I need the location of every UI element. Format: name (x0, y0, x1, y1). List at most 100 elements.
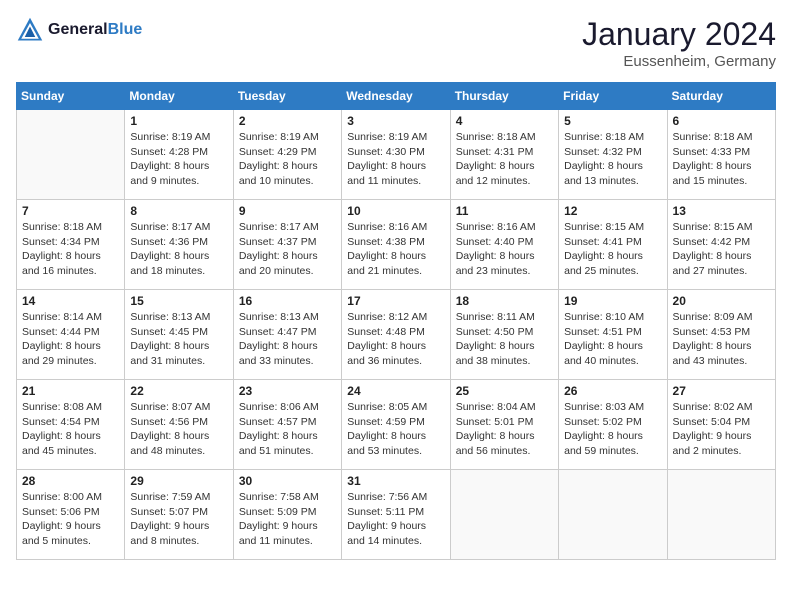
day-info: Sunrise: 7:56 AM Sunset: 5:11 PM Dayligh… (347, 490, 444, 549)
day-cell: 13 Sunrise: 8:15 AM Sunset: 4:42 PM Dayli… (667, 200, 775, 290)
day-cell (667, 470, 775, 560)
day-number: 11 (456, 204, 553, 218)
logo: GeneralBlue (16, 16, 142, 44)
day-info: Sunrise: 8:03 AM Sunset: 5:02 PM Dayligh… (564, 400, 661, 459)
day-cell: 6 Sunrise: 8:18 AM Sunset: 4:33 PM Daylig… (667, 110, 775, 200)
day-number: 28 (22, 474, 119, 488)
day-cell (17, 110, 125, 200)
page-header: GeneralBlue January 2024 Eussenheim, Ger… (16, 16, 776, 70)
day-cell: 2 Sunrise: 8:19 AM Sunset: 4:29 PM Daylig… (233, 110, 341, 200)
day-cell: 22Sunrise: 8:07 AM Sunset: 4:56 PM Dayli… (125, 380, 233, 470)
week-row-5: 28 Sunrise: 8:00 AM Sunset: 5:06 PM Dayli… (17, 470, 776, 560)
weekday-header-row: SundayMondayTuesdayWednesdayThursdayFrid… (17, 83, 776, 110)
weekday-header-sunday: Sunday (17, 83, 125, 110)
day-number: 10 (347, 204, 444, 218)
day-info: Sunrise: 8:15 AM Sunset: 4:41 PM Dayligh… (564, 220, 661, 279)
title-block: January 2024 Eussenheim, Germany (582, 16, 776, 70)
day-cell (559, 470, 667, 560)
day-number: 25 (456, 384, 553, 398)
weekday-header-friday: Friday (559, 83, 667, 110)
day-cell: 10 Sunrise: 8:16 AM Sunset: 4:38 PM Dayli… (342, 200, 450, 290)
day-cell: 31 Sunrise: 7:56 AM Sunset: 5:11 PM Dayli… (342, 470, 450, 560)
day-cell: 24 Sunrise: 8:05 AM Sunset: 4:59 PM Dayli… (342, 380, 450, 470)
day-cell: 19 Sunrise: 8:10 AM Sunset: 4:51 PM Dayli… (559, 290, 667, 380)
day-info: Sunrise: 8:18 AM Sunset: 4:34 PM Dayligh… (22, 220, 119, 279)
day-cell: 9 Sunrise: 8:17 AM Sunset: 4:37 PM Daylig… (233, 200, 341, 290)
week-row-3: 14Sunrise: 8:14 AM Sunset: 4:44 PM Dayli… (17, 290, 776, 380)
logo-icon (16, 16, 44, 44)
day-number: 19 (564, 294, 661, 308)
day-number: 2 (239, 114, 336, 128)
day-info: Sunrise: 8:12 AM Sunset: 4:48 PM Dayligh… (347, 310, 444, 369)
day-number: 8 (130, 204, 227, 218)
day-info: Sunrise: 7:59 AM Sunset: 5:07 PM Dayligh… (130, 490, 227, 549)
day-cell: 3Sunrise: 8:19 AM Sunset: 4:30 PM Daylig… (342, 110, 450, 200)
day-number: 29 (130, 474, 227, 488)
day-number: 9 (239, 204, 336, 218)
day-info: Sunrise: 8:18 AM Sunset: 4:31 PM Dayligh… (456, 130, 553, 189)
day-number: 1 (130, 114, 227, 128)
day-cell: 5Sunrise: 8:18 AM Sunset: 4:32 PM Daylig… (559, 110, 667, 200)
day-info: Sunrise: 8:00 AM Sunset: 5:06 PM Dayligh… (22, 490, 119, 549)
day-info: Sunrise: 8:06 AM Sunset: 4:57 PM Dayligh… (239, 400, 336, 459)
day-info: Sunrise: 8:10 AM Sunset: 4:51 PM Dayligh… (564, 310, 661, 369)
day-cell: 30 Sunrise: 7:58 AM Sunset: 5:09 PM Dayli… (233, 470, 341, 560)
day-info: Sunrise: 8:19 AM Sunset: 4:30 PM Dayligh… (347, 130, 444, 189)
day-number: 21 (22, 384, 119, 398)
day-number: 12 (564, 204, 661, 218)
day-cell: 27 Sunrise: 8:02 AM Sunset: 5:04 PM Dayli… (667, 380, 775, 470)
day-info: Sunrise: 8:16 AM Sunset: 4:40 PM Dayligh… (456, 220, 553, 279)
day-cell: 15 Sunrise: 8:13 AM Sunset: 4:45 PM Dayli… (125, 290, 233, 380)
day-info: Sunrise: 8:17 AM Sunset: 4:36 PM Dayligh… (130, 220, 227, 279)
weekday-header-saturday: Saturday (667, 83, 775, 110)
week-row-4: 21 Sunrise: 8:08 AM Sunset: 4:54 PM Dayli… (17, 380, 776, 470)
day-number: 6 (673, 114, 770, 128)
day-cell: 4 Sunrise: 8:18 AM Sunset: 4:31 PM Daylig… (450, 110, 558, 200)
day-cell: 16Sunrise: 8:13 AM Sunset: 4:47 PM Dayli… (233, 290, 341, 380)
day-info: Sunrise: 8:16 AM Sunset: 4:38 PM Dayligh… (347, 220, 444, 279)
day-number: 23 (239, 384, 336, 398)
day-number: 31 (347, 474, 444, 488)
day-number: 27 (673, 384, 770, 398)
day-info: Sunrise: 7:58 AM Sunset: 5:09 PM Dayligh… (239, 490, 336, 549)
day-number: 7 (22, 204, 119, 218)
day-cell: 7 Sunrise: 8:18 AM Sunset: 4:34 PM Daylig… (17, 200, 125, 290)
day-cell: 11 Sunrise: 8:16 AM Sunset: 4:40 PM Dayli… (450, 200, 558, 290)
day-cell: 28 Sunrise: 8:00 AM Sunset: 5:06 PM Dayli… (17, 470, 125, 560)
calendar-table: SundayMondayTuesdayWednesdayThursdayFrid… (16, 82, 776, 560)
day-number: 26 (564, 384, 661, 398)
day-cell: 29 Sunrise: 7:59 AM Sunset: 5:07 PM Dayli… (125, 470, 233, 560)
day-info: Sunrise: 8:13 AM Sunset: 4:45 PM Dayligh… (130, 310, 227, 369)
location: Eussenheim, Germany (582, 53, 776, 70)
day-info: Sunrise: 8:15 AM Sunset: 4:42 PM Dayligh… (673, 220, 770, 279)
day-info: Sunrise: 8:08 AM Sunset: 4:54 PM Dayligh… (22, 400, 119, 459)
weekday-header-wednesday: Wednesday (342, 83, 450, 110)
day-info: Sunrise: 8:02 AM Sunset: 5:04 PM Dayligh… (673, 400, 770, 459)
weekday-header-thursday: Thursday (450, 83, 558, 110)
day-info: Sunrise: 8:17 AM Sunset: 4:37 PM Dayligh… (239, 220, 336, 279)
day-cell: 17 Sunrise: 8:12 AM Sunset: 4:48 PM Dayli… (342, 290, 450, 380)
day-cell: 20Sunrise: 8:09 AM Sunset: 4:53 PM Dayli… (667, 290, 775, 380)
day-number: 15 (130, 294, 227, 308)
day-cell: 25Sunrise: 8:04 AM Sunset: 5:01 PM Dayli… (450, 380, 558, 470)
weekday-header-monday: Monday (125, 83, 233, 110)
month-title: January 2024 (582, 16, 776, 53)
day-cell: 18 Sunrise: 8:11 AM Sunset: 4:50 PM Dayli… (450, 290, 558, 380)
day-number: 13 (673, 204, 770, 218)
day-info: Sunrise: 8:18 AM Sunset: 4:33 PM Dayligh… (673, 130, 770, 189)
weekday-header-tuesday: Tuesday (233, 83, 341, 110)
day-info: Sunrise: 8:11 AM Sunset: 4:50 PM Dayligh… (456, 310, 553, 369)
day-number: 14 (22, 294, 119, 308)
day-info: Sunrise: 8:19 AM Sunset: 4:29 PM Dayligh… (239, 130, 336, 189)
week-row-1: 1Sunrise: 8:19 AM Sunset: 4:28 PM Daylig… (17, 110, 776, 200)
day-number: 4 (456, 114, 553, 128)
logo-text: GeneralBlue (48, 21, 142, 39)
day-cell: 14Sunrise: 8:14 AM Sunset: 4:44 PM Dayli… (17, 290, 125, 380)
day-info: Sunrise: 8:05 AM Sunset: 4:59 PM Dayligh… (347, 400, 444, 459)
day-number: 18 (456, 294, 553, 308)
day-number: 24 (347, 384, 444, 398)
day-info: Sunrise: 8:13 AM Sunset: 4:47 PM Dayligh… (239, 310, 336, 369)
day-info: Sunrise: 8:09 AM Sunset: 4:53 PM Dayligh… (673, 310, 770, 369)
day-number: 17 (347, 294, 444, 308)
day-number: 30 (239, 474, 336, 488)
